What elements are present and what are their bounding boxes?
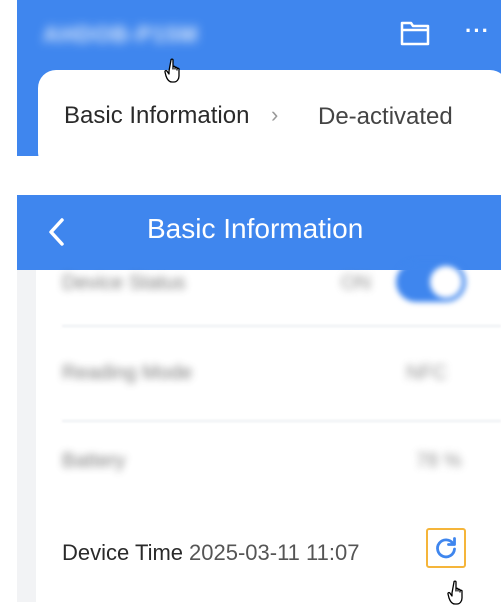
basic-information-screen: Basic Information Device Status ON Readi… — [17, 195, 501, 602]
device-status-toggle[interactable] — [396, 262, 466, 302]
device-time-label: Device Time — [62, 540, 184, 565]
device-status-row: Device Status ON — [36, 262, 501, 330]
page-title: Basic Information — [147, 213, 364, 244]
divider — [62, 325, 501, 327]
battery-row: Battery 78 % — [36, 450, 501, 510]
battery-label: Battery — [62, 450, 126, 472]
settings-card: Device Status ON Reading Mode NFC Batter… — [36, 262, 501, 602]
battery-value: 78 % — [416, 450, 462, 472]
toggle-knob — [430, 266, 462, 298]
reading-mode-row: Reading Mode NFC — [36, 362, 501, 422]
hand-cursor-icon — [447, 580, 463, 605]
refresh-time-button[interactable] — [426, 528, 466, 568]
basic-information-label: Basic Information — [64, 102, 250, 129]
back-icon[interactable] — [47, 217, 67, 247]
basic-information-row[interactable]: Basic Information › De-activated — [38, 70, 501, 156]
device-header-panel: AHDOB-P15M ··· Basic Information › De-ac… — [17, 0, 501, 156]
more-icon[interactable]: ··· — [465, 20, 493, 42]
chevron-right-icon: › — [271, 102, 279, 127]
device-time-value: 2025-03-11 11:07 — [189, 540, 360, 565]
refresh-icon — [436, 537, 456, 559]
activation-status-value: De-activated — [318, 103, 453, 130]
navigation-bar: Basic Information — [17, 195, 501, 270]
device-status-label: Device Status — [62, 272, 186, 294]
hand-cursor-icon — [164, 58, 180, 83]
device-status-value: ON — [341, 272, 371, 294]
reading-mode-label: Reading Mode — [62, 362, 193, 384]
divider — [62, 420, 501, 422]
folder-icon[interactable] — [400, 20, 430, 46]
device-name-title: AHDOB-P15M — [43, 22, 199, 47]
reading-mode-value: NFC — [406, 362, 448, 384]
